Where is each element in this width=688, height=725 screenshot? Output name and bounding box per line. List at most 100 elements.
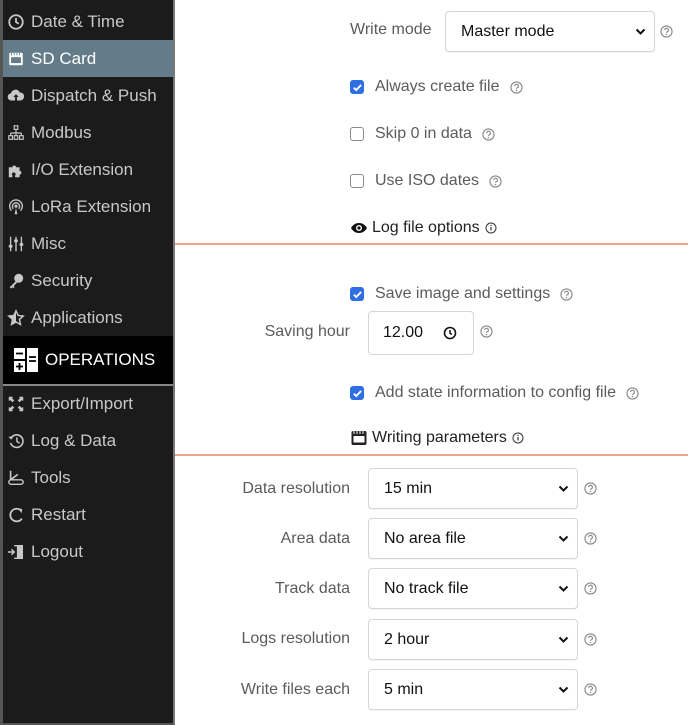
log-file-options-title: Log file options xyxy=(350,219,497,237)
use-iso-dates-row: Use ISO dates xyxy=(350,172,502,190)
help-icon[interactable] xyxy=(584,683,597,696)
sd-card-icon xyxy=(5,49,27,69)
sidebar-item-sd-card[interactable]: SD Card xyxy=(3,40,173,77)
restart-icon xyxy=(5,505,27,525)
info-icon[interactable] xyxy=(485,222,497,234)
sidebar-item-lora-extension[interactable]: LoRa Extension xyxy=(3,188,173,225)
sidebar-item-label: Log & Data xyxy=(31,430,117,450)
sliders-icon xyxy=(5,234,27,254)
skip-zero-row: Skip 0 in data xyxy=(350,125,495,143)
sidebar-item-logout[interactable]: Logout xyxy=(3,533,173,570)
sidebar-section-operations: OPERATIONS xyxy=(3,336,173,386)
sd-card-settings: Write mode Master mode Always create fil… xyxy=(175,0,688,725)
help-icon[interactable] xyxy=(509,80,523,94)
sidebar-item-io-extension[interactable]: I/O Extension xyxy=(3,151,173,188)
star-icon xyxy=(5,308,27,328)
sidebar-item-security[interactable]: Security xyxy=(3,262,173,299)
write-mode-label: Write mode xyxy=(350,21,432,38)
write-mode-select[interactable]: Master mode xyxy=(445,11,655,52)
help-icon[interactable] xyxy=(584,633,597,646)
sidebar-item-label: Date & Time xyxy=(31,11,125,31)
use-iso-dates-label: Use ISO dates xyxy=(375,172,480,189)
writing-parameters-label: Writing parameters xyxy=(372,429,507,446)
help-icon[interactable] xyxy=(584,532,597,545)
sidebar-item-label: LoRa Extension xyxy=(31,196,152,216)
sidebar-item-export-import[interactable]: Export/Import xyxy=(3,385,173,422)
help-icon[interactable] xyxy=(489,174,502,188)
sidebar-item-label: Misc xyxy=(31,233,66,253)
area-data-select[interactable]: No area file xyxy=(368,518,578,559)
log-file-options-label: Log file options xyxy=(372,219,480,236)
sidebar-item-misc[interactable]: Misc xyxy=(3,225,173,262)
info-icon[interactable] xyxy=(512,432,524,444)
help-icon[interactable] xyxy=(482,127,495,141)
add-state-info-checkbox[interactable] xyxy=(350,386,364,400)
sidebar-item-label: Security xyxy=(31,270,93,290)
chevron-down-icon xyxy=(558,585,569,592)
sidebar-item-date-time[interactable]: Date & Time xyxy=(3,3,173,40)
saving-hour-label: Saving hour xyxy=(264,323,350,340)
add-state-info-label: Add state information to config file xyxy=(375,384,617,401)
check-icon xyxy=(352,389,362,397)
section-divider xyxy=(175,454,688,456)
sidebar-item-dispatch-push[interactable]: Dispatch & Push xyxy=(3,77,173,114)
sidebar-item-label: I/O Extension xyxy=(31,159,134,179)
antenna-icon xyxy=(5,197,27,217)
puzzle-icon xyxy=(5,160,27,180)
help-icon[interactable] xyxy=(584,482,597,495)
saving-hour-value: 12.00 xyxy=(383,324,424,341)
track-data-value: No track file xyxy=(384,579,469,597)
data-resolution-select[interactable]: 15 min xyxy=(368,468,578,509)
help-icon[interactable] xyxy=(626,386,639,400)
write-mode-value: Master mode xyxy=(461,22,555,40)
save-image-settings-label: Save image and settings xyxy=(375,285,551,302)
history-icon xyxy=(5,431,27,451)
data-resolution-label: Data resolution xyxy=(242,480,350,497)
chevron-down-icon xyxy=(558,636,569,643)
data-resolution-value: 15 min xyxy=(384,479,433,497)
sidebar-item-restart[interactable]: Restart xyxy=(3,496,173,533)
sidebar-item-label: Export/Import xyxy=(31,393,134,413)
logout-icon xyxy=(5,542,27,562)
track-data-select[interactable]: No track file xyxy=(368,568,578,609)
save-image-settings-row: Save image and settings xyxy=(350,285,573,303)
section-divider xyxy=(175,243,688,245)
always-create-file-label: Always create file xyxy=(375,78,500,95)
help-icon[interactable] xyxy=(480,325,493,338)
logs-resolution-select[interactable]: 2 hour xyxy=(368,619,578,660)
calculator-icon xyxy=(13,347,39,373)
sidebar-item-label: Tools xyxy=(31,467,71,487)
write-files-each-value: 5 min xyxy=(384,680,424,698)
logs-resolution-value: 2 hour xyxy=(384,630,430,648)
sidebar-item-label: SD Card xyxy=(31,48,97,68)
skip-zero-checkbox[interactable] xyxy=(350,127,364,141)
sidebar-item-label: Applications xyxy=(31,307,123,327)
clock-icon[interactable] xyxy=(443,326,457,340)
always-create-file-checkbox[interactable] xyxy=(350,80,364,94)
help-icon[interactable] xyxy=(584,582,597,595)
sidebar-item-modbus[interactable]: Modbus xyxy=(3,114,173,151)
writing-parameters-title: Writing parameters xyxy=(350,429,524,447)
sidebar-item-label: Modbus xyxy=(31,122,92,142)
tools-icon xyxy=(5,468,27,488)
sd-card-icon xyxy=(350,430,368,446)
saving-hour-input[interactable]: 12.00 xyxy=(368,311,474,355)
sidebar-item-log-data[interactable]: Log & Data xyxy=(3,422,173,459)
chevron-down-icon xyxy=(558,686,569,693)
save-image-settings-checkbox[interactable] xyxy=(350,287,364,301)
sidebar: Date & Time SD Card Dispatch & Push Modb… xyxy=(0,0,175,725)
help-icon[interactable] xyxy=(560,287,573,301)
write-files-each-select[interactable]: 5 min xyxy=(368,669,578,710)
eye-icon xyxy=(350,220,368,236)
sidebar-item-tools[interactable]: Tools xyxy=(3,459,173,496)
sidebar-item-applications[interactable]: Applications xyxy=(3,299,173,336)
network-icon xyxy=(5,123,27,143)
check-icon xyxy=(352,290,362,298)
help-icon[interactable] xyxy=(660,25,673,38)
add-state-info-row: Add state information to config file xyxy=(350,384,639,402)
cloud-upload-icon xyxy=(5,86,27,106)
use-iso-dates-checkbox[interactable] xyxy=(350,174,364,188)
sidebar-item-label: Dispatch & Push xyxy=(31,85,157,105)
clock-icon xyxy=(5,12,27,32)
chevron-down-icon xyxy=(558,485,569,492)
